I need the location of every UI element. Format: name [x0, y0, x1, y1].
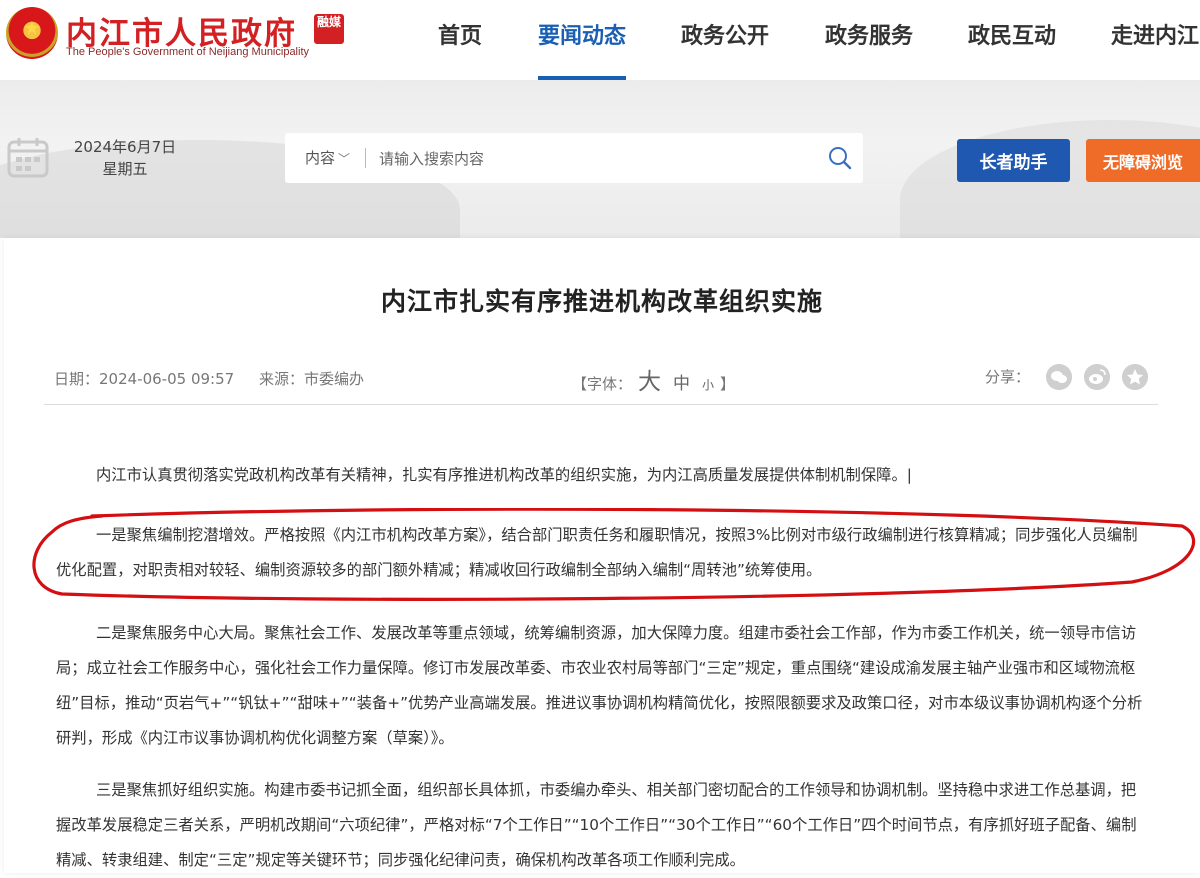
search-divider	[365, 148, 366, 168]
search-scope-select[interactable]: 内容 ﹀	[305, 133, 350, 183]
nav-interaction[interactable]: 政民互动	[968, 18, 1056, 50]
national-emblem-icon: ★	[6, 7, 58, 59]
article-meta: 日期：2024-06-05 09:57 来源：市委编办	[54, 368, 384, 389]
article-source: 来源：市委编办	[258, 370, 364, 388]
font-size-large-button[interactable]: 大	[638, 369, 661, 395]
share-label: 分享：	[985, 368, 1031, 386]
font-size-small-button[interactable]: 小	[702, 378, 714, 392]
chevron-down-icon: ﹀	[338, 152, 351, 166]
favorite-share-icon[interactable]	[1122, 364, 1148, 390]
article-container: 内江市扎实有序推进机构改革组织实施 日期：2024-06-05 09:57 来源…	[4, 238, 1200, 873]
font-size-medium-button[interactable]: 中	[673, 374, 690, 394]
publish-date: 日期：2024-06-05 09:57	[54, 370, 235, 388]
search-input[interactable]	[377, 143, 801, 175]
font-label-close: 】	[720, 375, 736, 393]
site-badge: 融媒	[314, 14, 344, 44]
meta-divider	[44, 404, 1158, 405]
elder-assistant-button[interactable]: 长者助手	[957, 139, 1070, 182]
nav-about-neijiang[interactable]: 走进内江	[1111, 18, 1199, 50]
current-date: 2024年6月7日 星期五	[70, 136, 180, 180]
calendar-icon	[7, 138, 49, 178]
search-icon[interactable]	[828, 146, 852, 170]
font-label-open: 【字体：	[572, 375, 633, 393]
article-paragraph: 二是聚焦服务中心大局。聚焦社会工作、发展改革等重点领域，统筹编制资源，加大保障力…	[56, 624, 1143, 747]
site-logo[interactable]: ★ 内江市人民政府 融媒 The People's Government of …	[4, 4, 384, 68]
weibo-share-icon[interactable]	[1084, 364, 1110, 390]
nav-gov-affairs-open[interactable]: 政务公开	[681, 18, 769, 50]
search-box: 内容 ﹀	[285, 133, 863, 183]
nav-home[interactable]: 首页	[438, 18, 482, 50]
article-title: 内江市扎实有序推进机构改革组织实施	[380, 287, 823, 316]
article-paragraph: 内江市认真贯彻落实党政机构改革有关精神，扎实有序推进机构改革的组织实施，为内江高…	[96, 466, 912, 484]
date-label: 2024年6月7日	[73, 138, 177, 156]
nav-news[interactable]: 要闻动态	[538, 18, 626, 50]
site-english-name: The People's Government of Neijiang Muni…	[66, 46, 309, 58]
red-highlight-annotation	[32, 508, 1196, 601]
accessibility-button[interactable]: 无障碍浏览	[1086, 139, 1200, 182]
search-scope-label: 内容	[305, 149, 336, 167]
site-header: ★ 内江市人民政府 融媒 The People's Government of …	[0, 0, 1200, 80]
weekday-label: 星期五	[102, 160, 148, 178]
article-paragraph: 三是聚焦抓好组织实施。构建市委书记抓全面，组织部长具体抓，市委编办牵头、相关部门…	[56, 781, 1137, 869]
font-size-control: 【字体： 大中小】	[572, 362, 735, 396]
wechat-share-icon[interactable]	[1046, 364, 1072, 390]
search-banner: 2024年6月7日 星期五 内容﹀ 长者助手 无障碍浏览	[0, 80, 1200, 238]
nav-gov-services[interactable]: 政务服务	[825, 18, 913, 50]
